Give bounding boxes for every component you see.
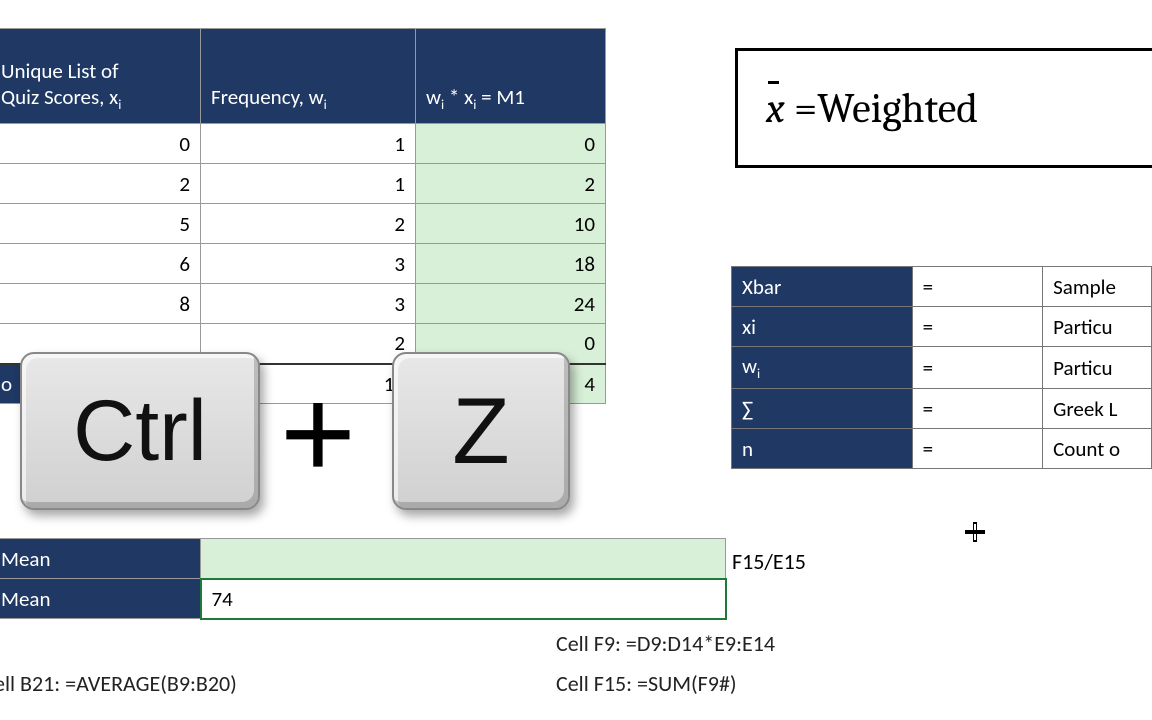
cell-x[interactable]: 8 [0, 284, 201, 324]
cell-x[interactable]: 5 [0, 204, 201, 244]
legend-sym[interactable]: xi [732, 307, 913, 347]
ctrl-key-icon: Ctrl [20, 352, 260, 510]
header-unique-list[interactable]: Unique List of Quiz Scores, xi [0, 29, 201, 124]
header-product[interactable]: wi * xi = M1 [416, 29, 606, 124]
cell-w[interactable]: 1 [201, 124, 416, 164]
legend-sym[interactable]: ∑ [732, 389, 913, 429]
cell-m[interactable]: 2 [416, 164, 606, 204]
cell-x[interactable]: 2 [0, 164, 201, 204]
formula-fragment: F15/E15 [732, 548, 806, 575]
cell-m[interactable]: 10 [416, 204, 606, 244]
header-frequency[interactable]: Frequency, wi [201, 29, 416, 124]
legend-eq[interactable]: = [912, 307, 1043, 347]
cell-w[interactable]: 2 [201, 204, 416, 244]
cell-w[interactable]: 3 [201, 244, 416, 284]
legend-table[interactable]: Xbar=Sample xi=Particu wi=Particu ∑=Gree… [731, 266, 1152, 469]
legend-desc[interactable]: Count o [1043, 429, 1152, 469]
mean-value-1[interactable] [201, 539, 726, 579]
formula-f9: Cell F9: =D9:D14*E9:E14 [556, 630, 775, 657]
legend-desc[interactable]: Greek L [1043, 389, 1152, 429]
legend-desc[interactable]: Particu [1043, 307, 1152, 347]
z-key-icon: Z [392, 352, 570, 510]
cell-x[interactable]: 6 [0, 244, 201, 284]
legend-eq[interactable]: = [912, 267, 1043, 307]
cell-m[interactable]: 18 [416, 244, 606, 284]
legend-sym[interactable]: wi [732, 347, 913, 389]
cell-m[interactable]: 24 [416, 284, 606, 324]
legend-desc[interactable]: Particu [1043, 347, 1152, 389]
mean-block[interactable]: Mean Mean 74 [0, 538, 727, 620]
formula-b21: ell B21: =AVERAGE(B9:B20) [0, 670, 237, 697]
cell-w[interactable]: 3 [201, 284, 416, 324]
formula-f15: Cell F15: =SUM(F9#) [556, 670, 737, 697]
legend-eq[interactable]: = [912, 389, 1043, 429]
legend-eq[interactable]: = [912, 347, 1043, 389]
plus-icon: + [280, 358, 356, 508]
weighted-mean-formula: x = Weighted [735, 48, 1152, 168]
mean-label-2[interactable]: Mean [0, 579, 201, 619]
legend-desc[interactable]: Sample [1043, 267, 1152, 307]
legend-sym[interactable]: Xbar [732, 267, 913, 307]
quiz-score-table[interactable]: Unique List of Quiz Scores, xi Frequency… [0, 28, 606, 404]
cell-w[interactable]: 1 [201, 164, 416, 204]
cell-cursor-icon [965, 522, 985, 542]
cell-x[interactable]: 0 [0, 124, 201, 164]
mean-label-1[interactable]: Mean [0, 539, 201, 579]
legend-sym[interactable]: n [732, 429, 913, 469]
cell-m[interactable]: 0 [416, 124, 606, 164]
legend-eq[interactable]: = [912, 429, 1043, 469]
mean-value-2[interactable]: 74 [201, 579, 726, 619]
